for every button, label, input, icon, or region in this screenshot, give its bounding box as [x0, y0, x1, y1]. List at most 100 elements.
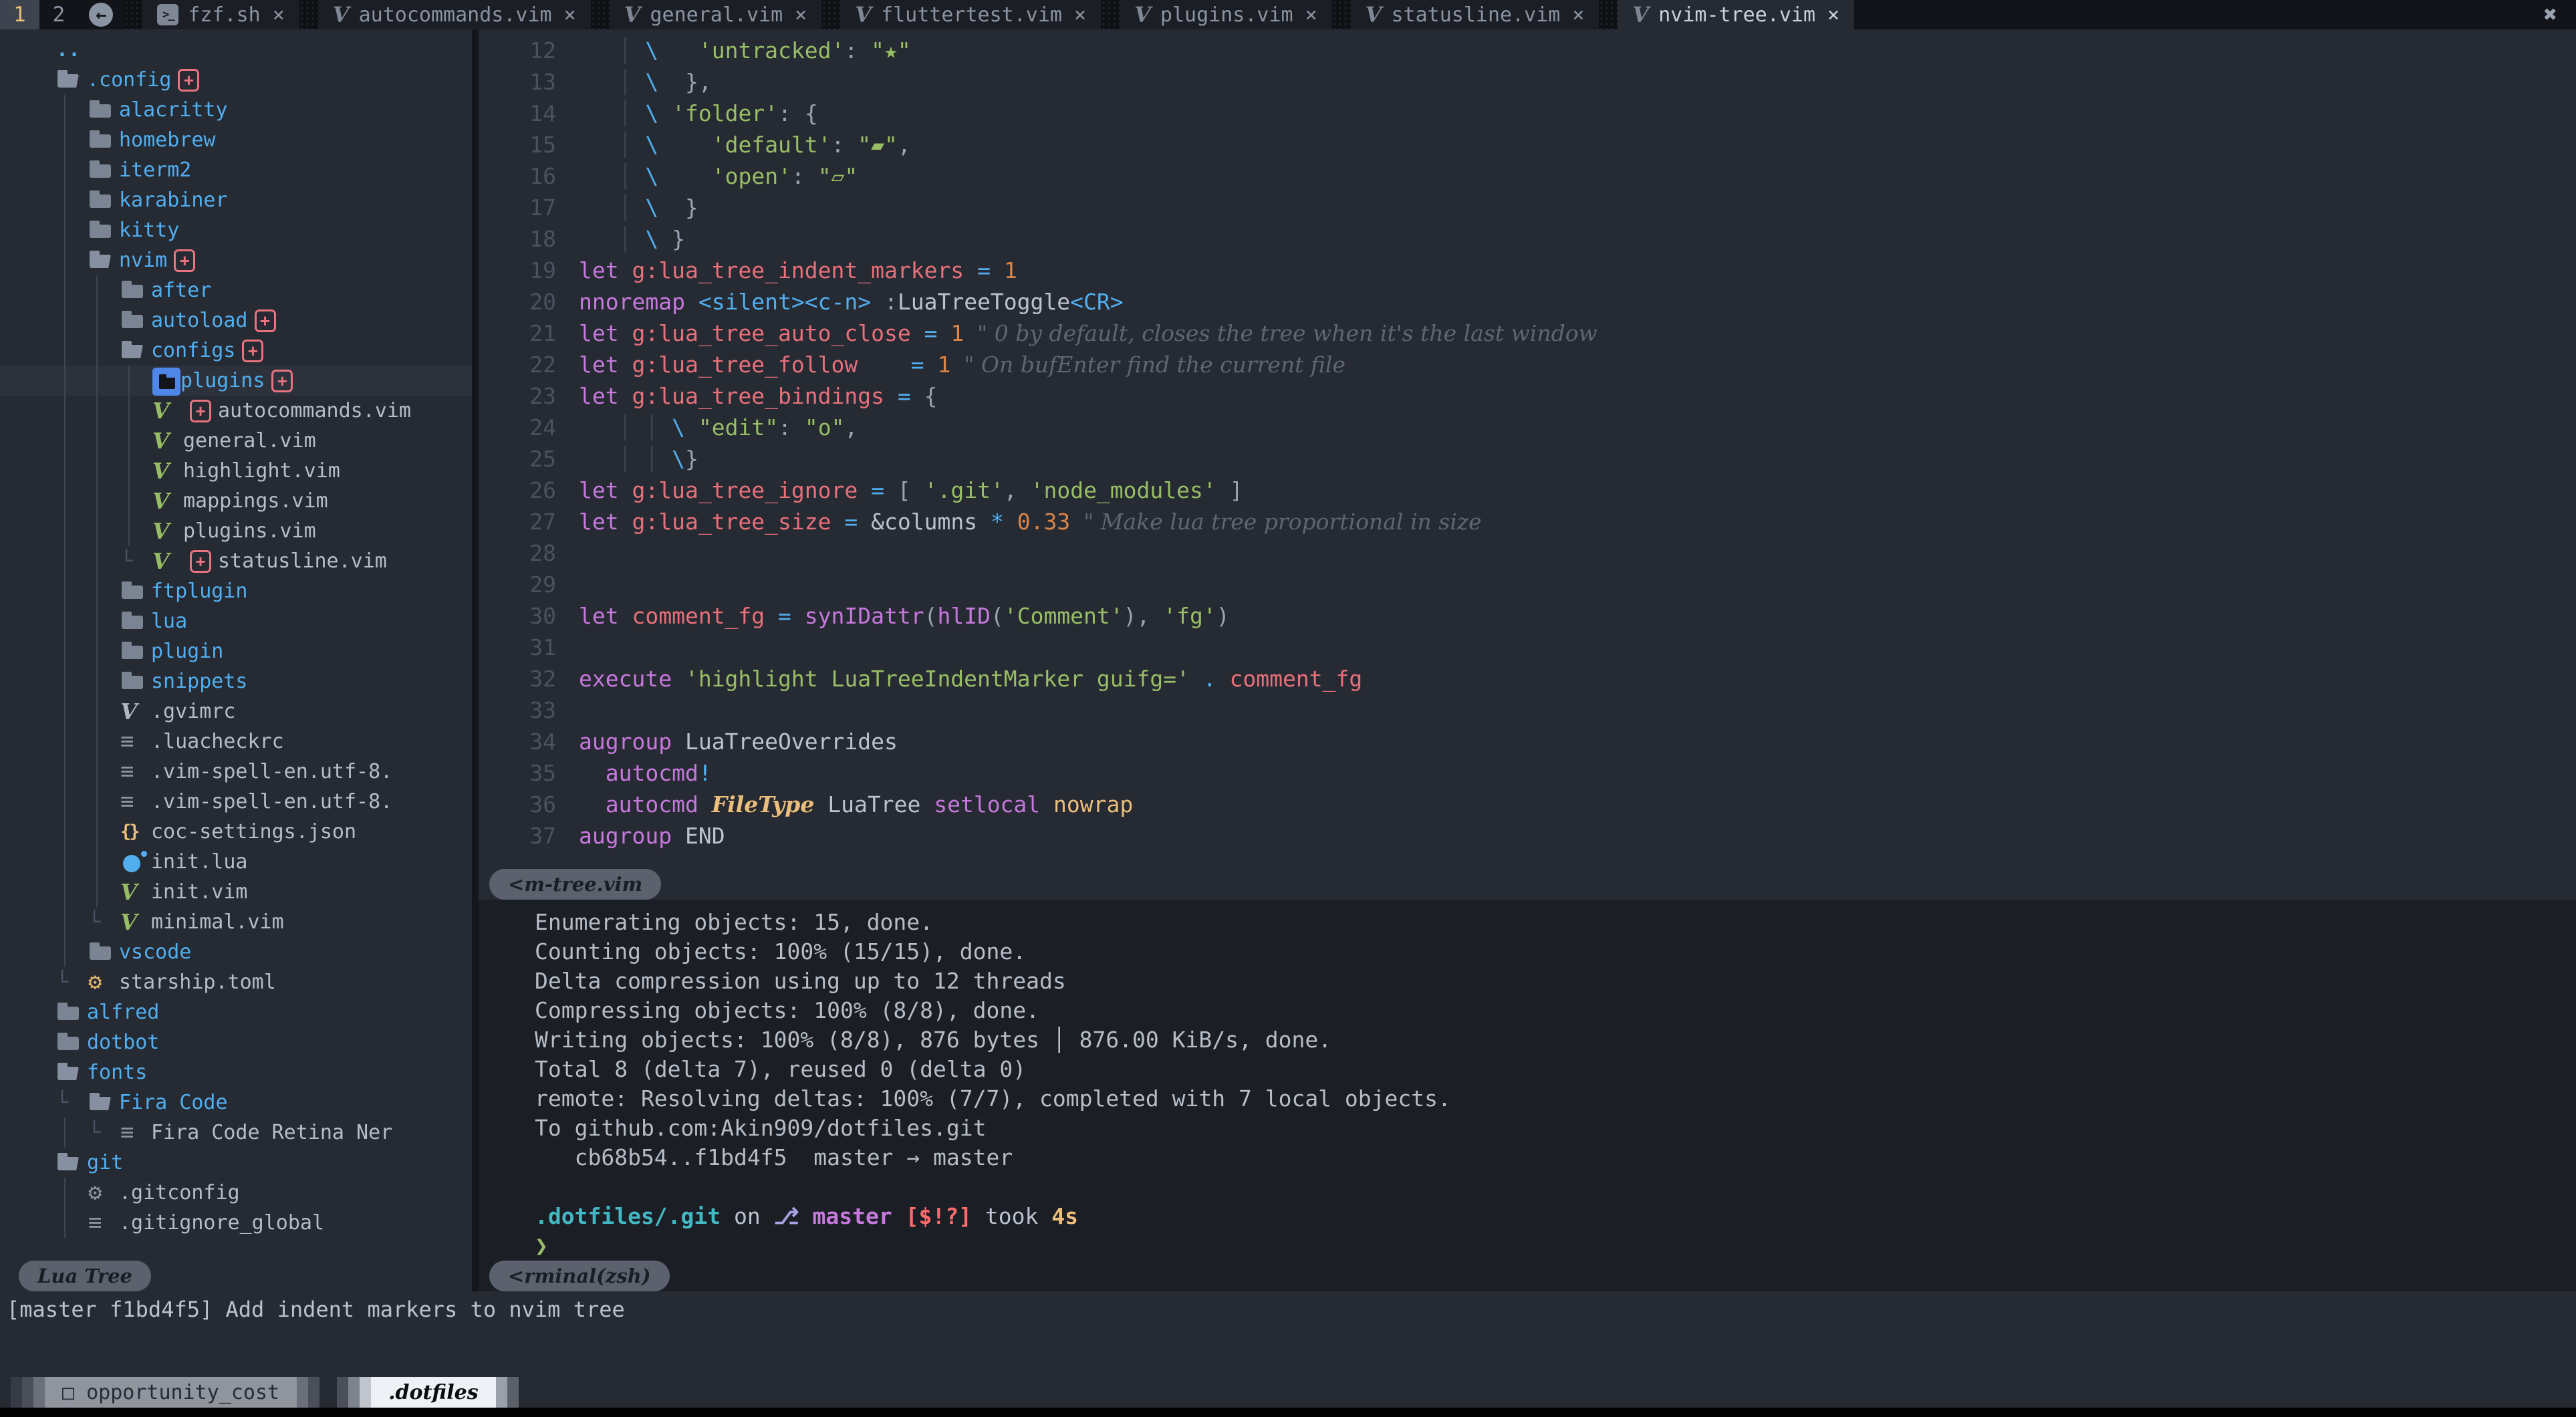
- code-line[interactable]: 20nnoremap <silent><c-n> :LuaTreeToggle<…: [479, 286, 2576, 317]
- tab-close-icon[interactable]: ×: [273, 3, 285, 27]
- tab-close-icon[interactable]: ×: [795, 3, 807, 27]
- tree-item[interactable]: ≡.vim-spell-en.utf-8.: [0, 757, 472, 787]
- tree-item[interactable]: nvim+: [0, 245, 472, 275]
- tree-item[interactable]: homebrew: [0, 125, 472, 155]
- file-tree-sidebar: ...config+alacrittyhomebrewiterm2karabin…: [0, 29, 472, 1291]
- line-number: 19: [479, 255, 579, 286]
- code-line[interactable]: 26let g:lua_tree_ignore = [ '.git', 'nod…: [479, 475, 2576, 506]
- buffer-tab-general.vim[interactable]: Vgeneral.vim×: [610, 0, 822, 29]
- tree-indent-guide: [56, 95, 88, 125]
- tree-item[interactable]: vscode: [0, 937, 472, 967]
- tree-item[interactable]: configs+: [0, 336, 472, 366]
- json-icon: {}: [120, 817, 151, 847]
- code-line[interactable]: 29: [479, 569, 2576, 600]
- code-line[interactable]: 14 │ \ 'folder': {: [479, 98, 2576, 129]
- tree-item[interactable]: └V+statusline.vim: [0, 546, 472, 576]
- tab-number-1[interactable]: 1: [0, 0, 39, 29]
- tab-close-icon[interactable]: ×: [1572, 3, 1584, 27]
- code-line[interactable]: 22let g:lua_tree_follow = 1 " On bufEnte…: [479, 349, 2576, 380]
- code-line[interactable]: 30let comment_fg = synIDattr(hlID('Comme…: [479, 600, 2576, 632]
- tree-item[interactable]: ftplugin: [0, 576, 472, 606]
- tree-item[interactable]: {}coc-settings.json: [0, 817, 472, 847]
- tree-item[interactable]: Vinit.vim: [0, 877, 472, 907]
- editor-pane[interactable]: 12 │ \ 'untracked': "★"13 │ \ },14 │ \ '…: [479, 29, 2576, 900]
- tree-item[interactable]: Vhighlight.vim: [0, 456, 472, 486]
- code-line[interactable]: 31: [479, 632, 2576, 663]
- tree-item[interactable]: karabiner: [0, 185, 472, 215]
- code-line[interactable]: 34augroup LuaTreeOverrides: [479, 726, 2576, 757]
- tree-item[interactable]: ..: [0, 35, 472, 65]
- buffer-tab-fluttertest.vim[interactable]: Vfluttertest.vim×: [840, 0, 1101, 29]
- tree-item[interactable]: V+autocommands.vim: [0, 396, 472, 426]
- tree-item[interactable]: after: [0, 275, 472, 305]
- code-line[interactable]: 36 autocmd FileType LuaTree setlocal now…: [479, 789, 2576, 820]
- tree-indent-guide: [88, 516, 120, 546]
- tree-item[interactable]: iterm2: [0, 155, 472, 185]
- tree-item[interactable]: └⚙starship.toml: [0, 967, 472, 997]
- tree-item[interactable]: plugins+: [0, 366, 472, 396]
- tree-item[interactable]: Vplugins.vim: [0, 516, 472, 546]
- tree-item[interactable]: .config+: [0, 65, 472, 95]
- code-text: │ \ 'folder': {: [579, 98, 818, 129]
- tree-item[interactable]: └Vminimal.vim: [0, 907, 472, 937]
- tree-item[interactable]: Vmappings.vim: [0, 486, 472, 516]
- buffer-tab-autocommands.vim[interactable]: Vautocommands.vim×: [318, 0, 591, 29]
- code-line[interactable]: 19let g:lua_tree_indent_markers = 1: [479, 255, 2576, 286]
- tree-item[interactable]: ≡.luacheckrc: [0, 727, 472, 757]
- code-line[interactable]: 18 │ \ }: [479, 223, 2576, 255]
- code-line[interactable]: 16 │ \ 'open': "▱": [479, 160, 2576, 192]
- tmux-window-.dotfiles[interactable]: .dotfiles: [337, 1377, 518, 1408]
- code-line[interactable]: 17 │ \ }: [479, 192, 2576, 223]
- buffer-tab-plugins.vim[interactable]: Vplugins.vim×: [1120, 0, 1332, 29]
- tree-item[interactable]: alfred: [0, 997, 472, 1027]
- line-number: 31: [479, 632, 579, 663]
- code-line[interactable]: 27let g:lua_tree_size = &columns * 0.33 …: [479, 506, 2576, 537]
- tree-item[interactable]: lua: [0, 606, 472, 636]
- close-all-icon[interactable]: ✖: [2525, 1, 2576, 28]
- tree-item[interactable]: autoload+: [0, 305, 472, 336]
- tree-item[interactable]: fonts: [0, 1057, 472, 1087]
- tree-item[interactable]: plugin: [0, 636, 472, 666]
- tmux-gradient-segment: [360, 1377, 371, 1408]
- buffer-tab-fzf.sh[interactable]: >_fzf.sh×: [142, 0, 299, 29]
- tab-close-icon[interactable]: ×: [1305, 3, 1317, 27]
- tree-item[interactable]: ⚙.gitconfig: [0, 1178, 472, 1208]
- back-arrow-icon[interactable]: ←: [89, 3, 113, 27]
- tree-item[interactable]: Vgeneral.vim: [0, 426, 472, 456]
- code-line[interactable]: 33: [479, 694, 2576, 726]
- tab-number-2[interactable]: 2: [39, 0, 79, 29]
- code-line[interactable]: 28: [479, 537, 2576, 569]
- tmux-gradient-segment: [297, 1377, 308, 1408]
- tree-item[interactable]: ≡.vim-spell-en.utf-8.: [0, 787, 472, 817]
- code-line[interactable]: 32execute 'highlight LuaTreeIndentMarker…: [479, 663, 2576, 694]
- terminal-pane[interactable]: Enumerating objects: 15, done.Counting o…: [479, 900, 2576, 1291]
- code-line[interactable]: 35 autocmd!: [479, 757, 2576, 789]
- tree-item[interactable]: ≡.gitignore_global: [0, 1208, 472, 1238]
- code-line[interactable]: 15 │ \ 'default': "▰",: [479, 129, 2576, 160]
- folder-open-icon: [56, 1057, 87, 1087]
- tree-item[interactable]: snippets: [0, 666, 472, 696]
- code-line[interactable]: 37augroup END: [479, 820, 2576, 852]
- buffer-tab-nvim-tree.vim[interactable]: Vnvim-tree.vim×: [1618, 0, 1854, 29]
- tmux-window-opportunity_cost[interactable]: □ opportunity_cost: [11, 1377, 319, 1408]
- window-separator[interactable]: [472, 29, 479, 1291]
- code-line[interactable]: 21let g:lua_tree_auto_close = 1 " 0 by d…: [479, 317, 2576, 349]
- code-line[interactable]: 23let g:lua_tree_bindings = {: [479, 380, 2576, 412]
- tab-close-icon[interactable]: ×: [564, 3, 576, 27]
- tree-item[interactable]: init.lua: [0, 847, 472, 877]
- code-line[interactable]: 13 │ \ },: [479, 66, 2576, 98]
- tab-close-icon[interactable]: ×: [1074, 3, 1086, 27]
- code-line[interactable]: 24 │ │ \ "edit": "o",: [479, 412, 2576, 443]
- tree-item[interactable]: kitty: [0, 215, 472, 245]
- tab-close-icon[interactable]: ×: [1827, 3, 1839, 27]
- code-line[interactable]: 12 │ \ 'untracked': "★": [479, 35, 2576, 66]
- tree-item[interactable]: dotbot: [0, 1027, 472, 1057]
- tree-item[interactable]: git: [0, 1148, 472, 1178]
- tree-item[interactable]: └≡Fira Code Retina Ner: [0, 1118, 472, 1148]
- buffer-tab-statusline.vim[interactable]: Vstatusline.vim×: [1351, 0, 1599, 29]
- tree-item[interactable]: V.gvimrc: [0, 696, 472, 727]
- tree-item[interactable]: alacritty: [0, 95, 472, 125]
- tree-item[interactable]: └Fira Code: [0, 1087, 472, 1118]
- prompt-caret[interactable]: ❯: [535, 1231, 2576, 1261]
- code-line[interactable]: 25 │ │ \}: [479, 443, 2576, 475]
